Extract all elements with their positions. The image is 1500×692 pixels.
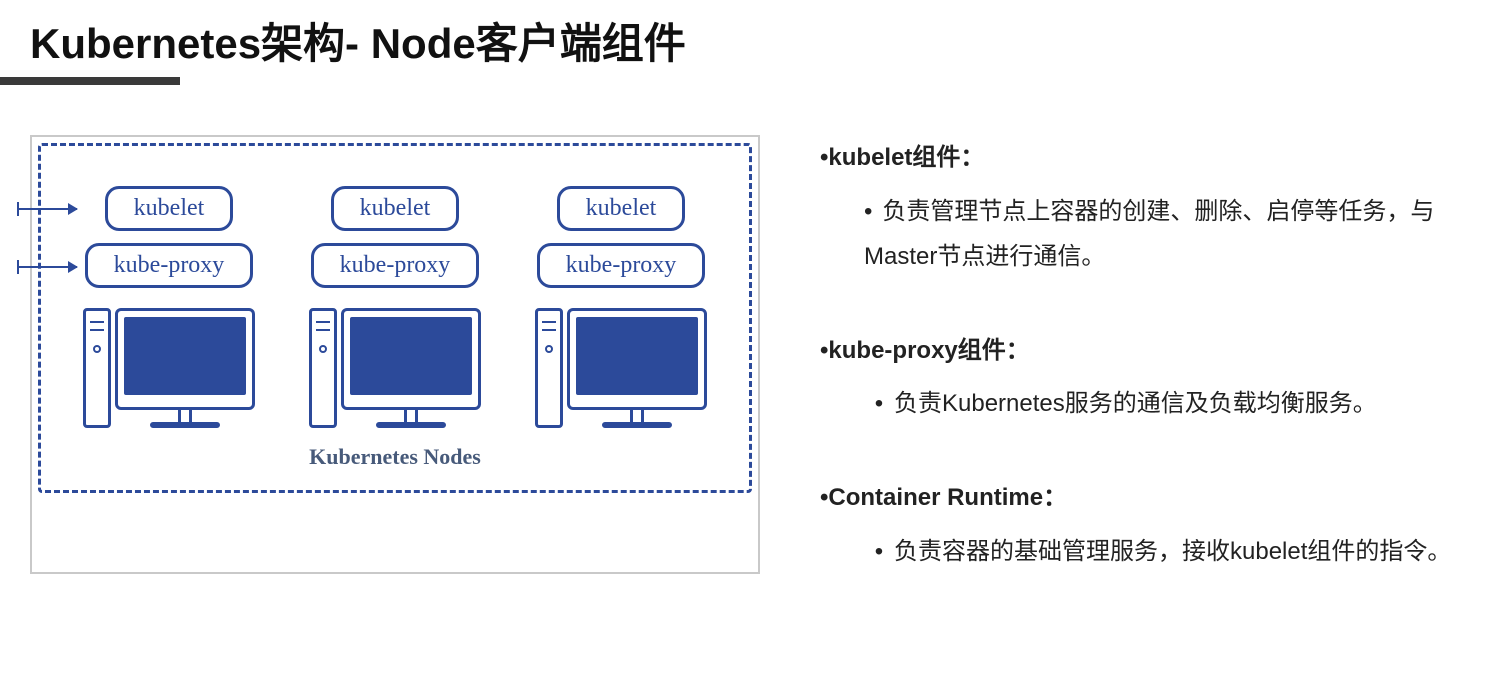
page-title: Kubernetes架构- Node客户端组件 xyxy=(30,10,1470,71)
tower-icon xyxy=(83,308,111,428)
computer-icon xyxy=(535,308,707,428)
component-desc-runtime: •负责容器的基础管理服务，接收kubelet组件的指令。 xyxy=(820,529,1470,575)
node-2: kubelet kube-proxy xyxy=(309,186,481,428)
monitor-icon xyxy=(115,308,255,410)
nodes-label: Kubernetes Nodes xyxy=(71,444,719,470)
kubelet-box: kubelet xyxy=(557,186,686,231)
component-title-kubeproxy: •kube-proxy组件： xyxy=(820,328,1470,374)
component-title-runtime: •Container Runtime： xyxy=(820,475,1470,521)
text-column: •kubelet组件： 负责管理节点上容器的创建、删除、启停等任务，与Maste… xyxy=(820,135,1470,574)
component-title-kubelet: •kubelet组件： xyxy=(820,135,1470,181)
computer-icon xyxy=(83,308,255,428)
tower-icon xyxy=(535,308,563,428)
kube-proxy-box: kube-proxy xyxy=(311,243,480,288)
node-3: kubelet kube-proxy xyxy=(535,186,707,428)
kubelet-box: kubelet xyxy=(105,186,234,231)
kube-proxy-box: kube-proxy xyxy=(85,243,254,288)
kubernetes-nodes-diagram: kubelet kube-proxy kubelet kube- xyxy=(38,143,752,493)
diagram-container: kubelet kube-proxy kubelet kube- xyxy=(30,135,760,574)
monitor-icon xyxy=(567,308,707,410)
nodes-row: kubelet kube-proxy kubelet kube- xyxy=(71,186,719,428)
arrow-icon xyxy=(19,266,77,268)
tower-icon xyxy=(309,308,337,428)
component-desc-kubelet: 负责管理节点上容器的创建、删除、启停等任务，与Master节点进行通信。 xyxy=(820,189,1470,280)
arrow-icon xyxy=(19,208,77,210)
kubelet-box: kubelet xyxy=(331,186,460,231)
component-desc-kubeproxy: •负责Kubernetes服务的通信及负载均衡服务。 xyxy=(820,381,1470,427)
computer-icon xyxy=(309,308,481,428)
monitor-icon xyxy=(341,308,481,410)
title-underline xyxy=(0,77,180,85)
content-row: kubelet kube-proxy kubelet kube- xyxy=(30,135,1470,574)
node-1: kubelet kube-proxy xyxy=(83,186,255,428)
kube-proxy-box: kube-proxy xyxy=(537,243,706,288)
